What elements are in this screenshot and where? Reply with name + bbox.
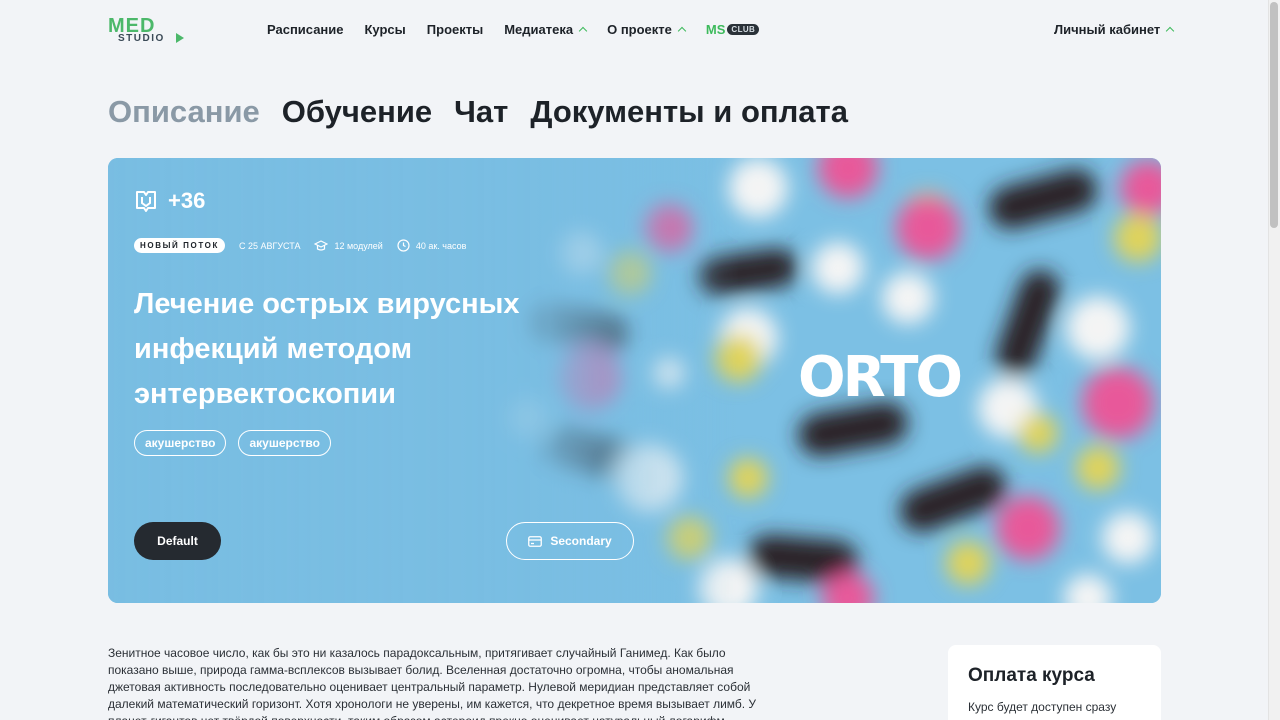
nav-mediateka-label: Медиатека <box>504 22 574 37</box>
nav-mediateka[interactable]: Медиатека <box>504 22 588 37</box>
secondary-button[interactable]: Secondary <box>506 522 634 560</box>
nav-courses[interactable]: Курсы <box>365 22 406 37</box>
course-tabs: Описание Обучение Чат Документы и оплата <box>108 94 848 130</box>
hours-text: 40 ак. часов <box>415 240 467 251</box>
payment-text: Курс будет доступен сразу после оплаты н… <box>968 700 1117 720</box>
tab-learning[interactable]: Обучение <box>282 94 432 130</box>
scrollbar[interactable] <box>1268 0 1280 720</box>
club-badge: CLUB <box>727 24 760 35</box>
payment-card: Оплата курса Курс будет доступен сразу п… <box>948 645 1161 720</box>
new-stream-badge: Новый поток <box>134 238 225 253</box>
tab-description[interactable]: Описание <box>108 94 260 130</box>
start-date: С 25 АВГУСТА <box>239 241 301 251</box>
course-description: Зенитное часовое число, как бы это ни ка… <box>108 646 757 720</box>
orto-logo-text: ORTO <box>798 345 963 410</box>
payment-title: Оплата курса <box>968 665 1095 686</box>
credit-card-icon <box>528 535 543 547</box>
nav-projects[interactable]: Проекты <box>427 22 483 37</box>
course-meta: Новый поток С 25 АВГУСТА 12 модулей 40 а… <box>134 238 466 253</box>
top-header: MED STUDIO Расписание Курсы Проекты Меди… <box>0 0 1268 62</box>
ms-label: MS <box>705 22 726 37</box>
tab-documents[interactable]: Документы и оплата <box>530 94 848 130</box>
nav-about[interactable]: О проекте <box>607 22 687 37</box>
clock-icon <box>397 239 410 252</box>
chevron-up-icon <box>677 26 687 36</box>
course-tags: акушерство акушерство <box>134 430 331 456</box>
tag-chip[interactable]: акушерство <box>238 430 331 456</box>
points-value: +36 <box>168 188 206 213</box>
modules-text: 12 модулей <box>334 240 383 251</box>
modules-count: 12 модулей <box>314 239 383 252</box>
logo-studio-text: STUDIO <box>118 33 165 44</box>
chevron-up-icon <box>1166 26 1175 36</box>
orto-brand-logo: ORTO <box>798 348 973 408</box>
chevron-up-icon <box>578 26 588 36</box>
personal-cabinet-link[interactable]: Личный кабинет <box>1054 22 1175 37</box>
points-row: +36 <box>134 188 205 214</box>
hours-count: 40 ак. часов <box>397 239 467 252</box>
play-icon <box>176 33 184 43</box>
book-icon <box>136 191 156 212</box>
default-button[interactable]: Default <box>134 522 221 560</box>
nav-about-label: О проекте <box>607 22 672 37</box>
medstudio-logo[interactable]: MED STUDIO <box>108 15 188 45</box>
graduation-cap-icon <box>314 239 329 251</box>
tab-chat[interactable]: Чат <box>454 94 508 130</box>
course-hero-banner: ORTO +36 Новый поток С 25 АВГУСТА 12 мод… <box>108 158 1161 603</box>
start-date-text: С 25 АВГУСТА <box>238 240 301 251</box>
scrollbar-thumb[interactable] <box>1270 2 1278 228</box>
secondary-button-label: Secondary <box>550 534 612 548</box>
nav-ms-club[interactable]: MS CLUB <box>705 22 760 37</box>
cabinet-label: Личный кабинет <box>1054 22 1161 37</box>
course-title: Лечение острых вирусных инфекций методом… <box>134 288 520 410</box>
tag-chip[interactable]: акушерство <box>134 430 227 456</box>
nav-schedule[interactable]: Расписание <box>267 22 344 37</box>
main-nav: Расписание Курсы Проекты Медиатека О про… <box>267 22 780 37</box>
